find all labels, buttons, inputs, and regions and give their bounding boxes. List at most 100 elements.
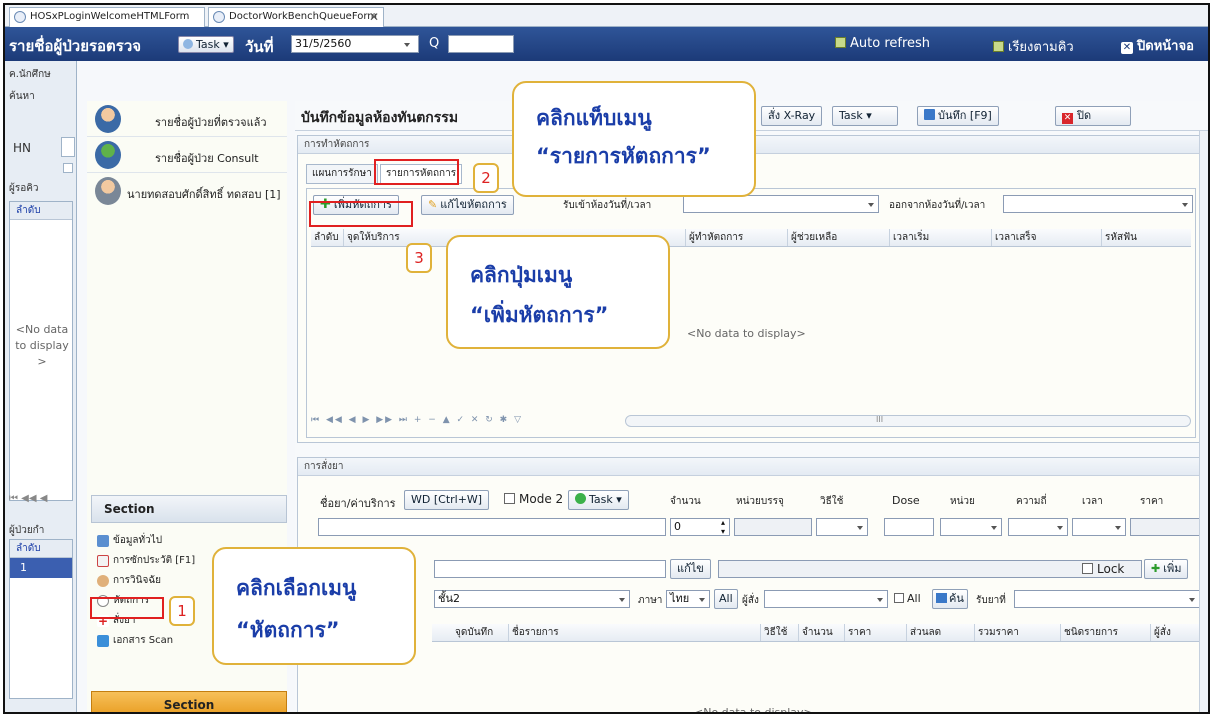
medical-history-icon: [97, 555, 109, 567]
drug-name-input[interactable]: [318, 518, 666, 536]
column-header: ลำดับ: [314, 232, 339, 243]
vertical-scrollbar[interactable]: [1199, 131, 1208, 712]
section-item-history[interactable]: การซักประวัติ [F1]: [97, 553, 195, 569]
nav-consult-patients[interactable]: รายชื่อผู้ป่วย Consult: [87, 137, 287, 173]
language-value: ไทย: [670, 592, 690, 605]
queue-search-input[interactable]: [448, 35, 514, 53]
row-number: 1: [20, 561, 27, 574]
section-footer-button[interactable]: Section: [91, 691, 287, 712]
usage-label: วิธีใช้: [820, 496, 844, 507]
scroll-thumb[interactable]: III: [876, 415, 883, 424]
clinic-label: ค.นักศึกษ: [9, 69, 51, 80]
language-select[interactable]: ไทย: [666, 590, 710, 608]
grid-navigator[interactable]: ⏮ ◀◀ ◀ ▶ ▶▶ ⏭ + − ▲ ✓ ✕ ↻ ✱ ▽: [311, 415, 523, 425]
horizontal-scrollbar[interactable]: III: [625, 415, 1191, 427]
section-label: การซักประวัติ [F1]: [113, 555, 196, 566]
price-field: [1130, 518, 1200, 536]
mode2-checkbox[interactable]: Mode 2: [504, 492, 563, 506]
room-in-field[interactable]: [683, 195, 879, 213]
checkbox-icon: [1082, 563, 1093, 574]
close-button[interactable]: ✕ ปิด: [1055, 106, 1131, 126]
step-number-badge: 1: [169, 596, 195, 626]
hn-label: HN: [13, 141, 31, 155]
pack-unit-label: หน่วยบรรจุ: [736, 496, 784, 507]
dose-label: Dose: [892, 494, 920, 507]
no-data-text: <No data to display>: [687, 327, 806, 340]
q-label: Q: [429, 36, 440, 51]
checkbox-icon: [894, 593, 904, 603]
save-icon: [924, 109, 935, 120]
xray-button[interactable]: สั่ง X-Ray: [761, 106, 823, 126]
search-label: ค้น: [949, 592, 964, 605]
close-screen-label: ปิดหน้าจอ: [1137, 39, 1194, 54]
rx-task-label: Task: [589, 493, 613, 506]
window-tab-strip: HOSxPLoginWelcomeHTMLForm DoctorWorkBenc…: [5, 5, 1208, 27]
orderer-field[interactable]: [764, 590, 888, 608]
shelf-field[interactable]: ชั้น2: [434, 590, 630, 608]
lock-checkbox[interactable]: Lock: [1082, 562, 1124, 576]
frequency-field[interactable]: [1008, 518, 1068, 536]
stepper-icon[interactable]: ▴ ▾: [721, 518, 725, 536]
rx-edit-button[interactable]: แก้ไข: [670, 559, 711, 579]
date-field[interactable]: 31/5/2560: [291, 35, 419, 53]
dental-record-panel: บันทึกข้อมูลห้องทันตกรรม สั่ง X-Ray Task…: [295, 101, 1208, 712]
tab-login-form[interactable]: HOSxPLoginWelcomeHTMLForm: [9, 7, 205, 27]
unit-field[interactable]: [940, 518, 1002, 536]
task-menu-button[interactable]: Task ▾: [832, 106, 898, 126]
wd-label: WD [Ctrl+W]: [411, 493, 483, 506]
all-orderer-label: All: [907, 592, 921, 605]
task-label: Task: [839, 109, 863, 122]
rx-edit-label: แก้ไข: [677, 562, 704, 575]
list-item[interactable]: 1: [10, 558, 72, 578]
sort-queue-checkbox[interactable]: เรียงตามคิว: [993, 36, 1074, 57]
section-item-general[interactable]: ข้อมูลทั่วไป: [97, 533, 162, 549]
close-tab-icon[interactable]: ✕: [369, 8, 379, 26]
search-button[interactable]: ค้น: [932, 589, 968, 609]
time-field[interactable]: [1072, 518, 1126, 536]
nav-current-patient[interactable]: นายทดสอบศักดิ์สิทธิ์ ทดสอบ [1]: [87, 173, 287, 209]
hn-input[interactable]: [61, 137, 75, 157]
section-item-diagnosis[interactable]: การวินิจฉัย: [97, 573, 161, 589]
tab-doctor-workbench[interactable]: DoctorWorkBenchQueueForm ✕: [208, 7, 384, 27]
page-title: รายชื่อผู้ป่วยรอตรวจ: [9, 37, 142, 55]
section-item-scan[interactable]: เอกสาร Scan: [97, 633, 173, 649]
receiver-field[interactable]: [1014, 590, 1200, 608]
list-navigator[interactable]: ⏮ ◀◀ ◀: [9, 493, 47, 504]
dose-field[interactable]: [884, 518, 934, 536]
document-icon: [97, 535, 109, 547]
column-header: ผู้ช่วยเหลือ: [787, 229, 837, 246]
auto-refresh-checkbox[interactable]: Auto refresh: [835, 36, 930, 51]
chevron-down-icon: [619, 598, 625, 602]
callout-add-procedure: คลิกปุ่มเมนู “เพิ่มหัตถการ”: [446, 235, 670, 349]
patient-list[interactable]: ลำดับ 1: [9, 539, 73, 699]
task-dropdown-button[interactable]: Task ▾: [178, 36, 234, 53]
callout-line: คลิกแท็บเมนู: [536, 106, 652, 130]
rx-task-button[interactable]: Task ▾: [568, 490, 629, 510]
drug-detail-field[interactable]: [434, 560, 666, 578]
doctor-icon: [97, 575, 109, 587]
date-label: วันที่: [245, 38, 274, 56]
highlight-add-procedure: [309, 201, 413, 227]
hn-checkbox[interactable]: [63, 163, 73, 173]
all-button[interactable]: All: [714, 589, 738, 609]
usage-field[interactable]: [816, 518, 868, 536]
nav-examined-patients[interactable]: รายชื่อผู้ป่วยที่ตรวจแล้ว: [87, 101, 287, 137]
edit-icon: ✎: [428, 198, 438, 211]
tab-treatment-plan[interactable]: แผนการรักษา: [306, 164, 378, 184]
rx-add-button[interactable]: ✚ เพิ่ม: [1144, 559, 1189, 579]
step-number-badge: 2: [473, 163, 499, 193]
callout-procedure-tab: คลิกแท็บเมนู “รายการหัตถการ”: [512, 81, 756, 197]
qty-stepper[interactable]: 0 ▴ ▾: [670, 518, 730, 536]
procedure-table-header: ลำดับ จุดให้บริการ ผู้ทำหัตถการ ผู้ช่วยเ…: [311, 229, 1191, 247]
waiting-list[interactable]: ลำดับ <No data to display>: [9, 201, 73, 501]
close-screen-button[interactable]: ✕ ปิดหน้าจอ: [1121, 35, 1194, 56]
all-orderer-checkbox[interactable]: All: [894, 592, 921, 605]
no-data-text: <No data to display>: [15, 323, 69, 368]
save-button[interactable]: บันทึก [F9]: [917, 106, 999, 126]
edit-procedure-button[interactable]: ✎ แก้ไขหัตถการ: [421, 195, 514, 215]
wd-button[interactable]: WD [Ctrl+W]: [404, 490, 490, 510]
qty-value: 0: [674, 520, 681, 533]
nav-label: รายชื่อผู้ป่วย Consult: [155, 152, 259, 165]
column-header: จุดบันทึก: [455, 627, 494, 638]
room-out-field[interactable]: [1003, 195, 1193, 213]
